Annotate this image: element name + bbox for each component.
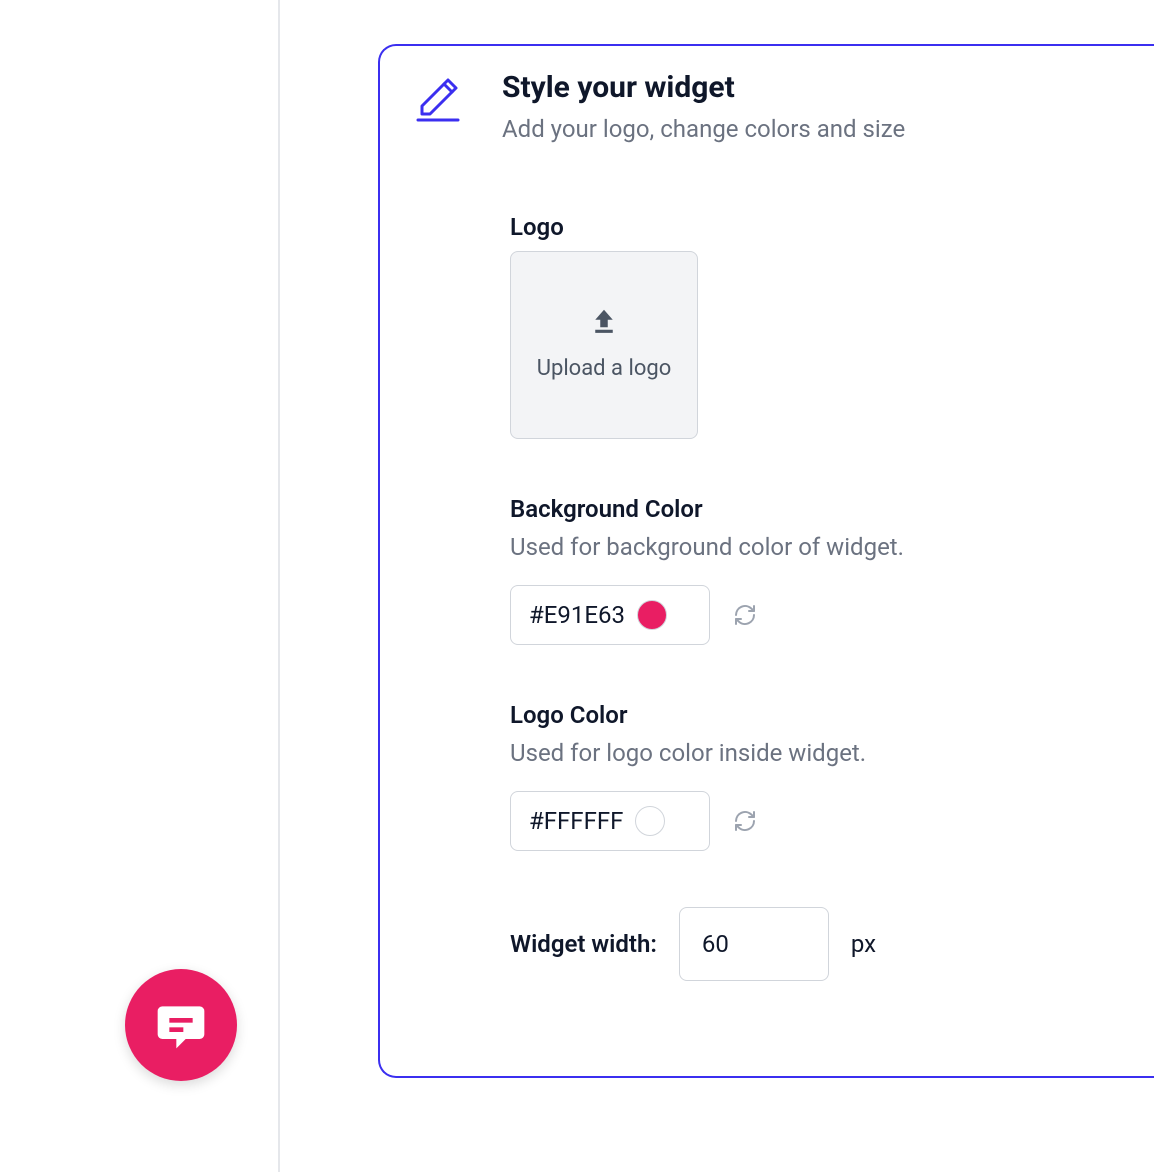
panel-header: Style your widget Add your logo, change … <box>410 70 1154 145</box>
sidebar-divider <box>278 0 280 1172</box>
background-color-reset-button[interactable] <box>732 602 758 628</box>
form-content: Logo Upload a logo Background Color Used… <box>510 213 1154 981</box>
widget-width-label: Widget width: <box>510 930 657 958</box>
refresh-icon <box>733 603 757 627</box>
widget-width-input[interactable] <box>679 907 829 981</box>
style-widget-panel: Style your widget Add your logo, change … <box>378 44 1154 1078</box>
background-color-row: #E91E63 <box>510 585 1154 645</box>
background-color-swatch <box>637 600 667 630</box>
logo-color-field: Logo Color Used for logo color inside wi… <box>510 701 1154 851</box>
logo-color-label: Logo Color <box>510 701 1154 729</box>
upload-icon <box>589 306 619 340</box>
logo-color-reset-button[interactable] <box>732 808 758 834</box>
logo-color-row: #FFFFFF <box>510 791 1154 851</box>
background-color-input[interactable]: #E91E63 <box>510 585 710 645</box>
panel-header-text: Style your widget Add your logo, change … <box>502 70 905 145</box>
panel-subtitle: Add your logo, change colors and size <box>502 114 905 145</box>
chat-fab-button[interactable] <box>125 969 237 1081</box>
upload-logo-button[interactable]: Upload a logo <box>510 251 698 439</box>
widget-width-field: Widget width: px <box>510 907 1154 981</box>
upload-text: Upload a logo <box>515 354 694 384</box>
logo-color-description: Used for logo color inside widget. <box>510 739 1154 767</box>
pencil-icon <box>410 70 466 126</box>
background-color-value: #E91E63 <box>529 601 625 629</box>
logo-color-value: #FFFFFF <box>529 807 623 835</box>
panel-title: Style your widget <box>502 70 905 106</box>
logo-color-input[interactable]: #FFFFFF <box>510 791 710 851</box>
widget-width-row: Widget width: px <box>510 907 1154 981</box>
background-color-description: Used for background color of widget. <box>510 533 1154 561</box>
widget-width-unit: px <box>851 930 876 958</box>
refresh-icon <box>733 809 757 833</box>
logo-label: Logo <box>510 213 1154 241</box>
chat-icon <box>153 997 209 1053</box>
background-color-label: Background Color <box>510 495 1154 523</box>
logo-color-swatch <box>635 806 665 836</box>
background-color-field: Background Color Used for background col… <box>510 495 1154 645</box>
logo-field: Logo Upload a logo <box>510 213 1154 439</box>
